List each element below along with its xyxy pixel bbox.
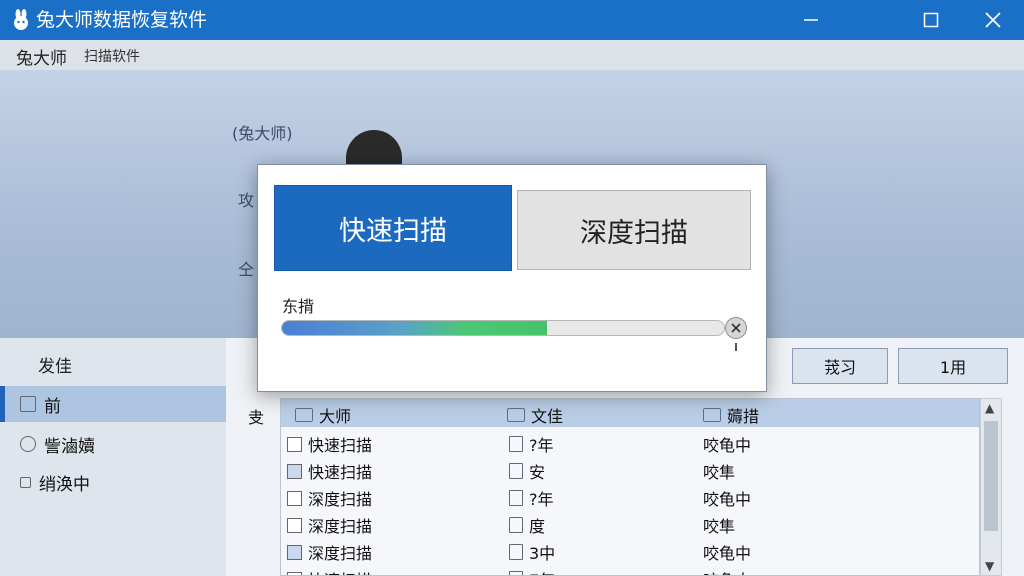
deep-scan-button[interactable]: 深度扫描 [517, 190, 751, 270]
file-table: 大师 文佳 薅措 快速扫描 ?年 咬龟中 快速扫描 安 咬隼 深度扫描 ?年 咬… [280, 398, 980, 576]
checkbox[interactable] [287, 517, 302, 533]
checkbox[interactable] [287, 571, 302, 575]
box-icon [20, 476, 31, 488]
minimize-button[interactable] [782, 0, 840, 40]
maximize-icon [923, 12, 939, 28]
title-bar: 兔大师数据恢复软件 [0, 0, 1024, 40]
sidebar-header: 发佳 [38, 357, 72, 377]
progress-bar [281, 320, 725, 336]
file-icon [509, 463, 523, 479]
sidebar: 发佳 前 訾滷嬻 绡涣中 [0, 338, 226, 576]
sidebar-item-1[interactable]: 訾滷嬻 [0, 426, 226, 462]
table-row[interactable]: 快速扫描 ?年 咬龟中 [281, 429, 979, 456]
file-icon [507, 408, 525, 422]
content-side-label: 叏 [248, 408, 265, 427]
hero-label-2: 攻 [238, 191, 255, 210]
file-icon [509, 544, 523, 560]
maximize-button[interactable] [902, 0, 960, 40]
column-header-name[interactable]: 大师 [295, 403, 351, 427]
column-header-type[interactable]: 文佳 [507, 403, 563, 427]
window-title: 兔大师数据恢复软件 [36, 9, 208, 31]
scroll-up-icon[interactable]: ▲ [985, 401, 994, 415]
menu-brand[interactable]: 兔大师 [16, 44, 67, 69]
minimize-icon [804, 19, 818, 21]
table-row[interactable]: 深度扫描 ?年 咬龟中 [281, 483, 979, 510]
file-icon [509, 571, 523, 575]
table-row[interactable]: 深度扫描 度 咬隼 [281, 510, 979, 537]
scroll-down-icon[interactable]: ▼ [985, 559, 994, 573]
toolbar-button-2[interactable]: 1用 [898, 348, 1008, 384]
table-row[interactable]: 深度扫描 3中 咬龟中 [281, 537, 979, 564]
sidebar-item-label: 绡涣中 [39, 474, 90, 495]
checkbox[interactable] [287, 463, 302, 479]
scrollbar-thumb[interactable] [984, 421, 998, 531]
file-icon [509, 436, 523, 452]
progress-fill [282, 321, 548, 335]
drive-icon [20, 396, 36, 412]
scan-dialog: 快速扫描 深度扫描 东揹 [257, 164, 767, 392]
table-header: 大师 文佳 薅措 [281, 399, 979, 427]
quick-scan-button[interactable]: 快速扫描 [274, 185, 512, 271]
file-icon [509, 517, 523, 533]
close-button[interactable] [964, 0, 1022, 40]
checkbox[interactable] [287, 436, 302, 452]
hero-label-3: 仝 [238, 260, 255, 279]
hero-label-1: (兔大师) [232, 124, 293, 143]
disc-icon [20, 436, 36, 452]
progress-label: 东揹 [282, 297, 315, 316]
rabbit-logo-icon [14, 9, 28, 30]
toolbar-button-1[interactable]: 茙习 [792, 348, 888, 384]
folder-icon [295, 408, 313, 422]
close-icon [731, 323, 741, 333]
checkbox[interactable] [287, 490, 302, 506]
status-icon [703, 408, 721, 422]
sidebar-item-label: 訾滷嬻 [44, 436, 95, 457]
checkbox[interactable] [287, 544, 302, 560]
progress-tick [735, 343, 737, 351]
sidebar-item-2[interactable]: 绡涣中 [0, 464, 226, 500]
menu-item-scan-software[interactable]: 扫描软件 [84, 46, 140, 66]
sidebar-item-0[interactable]: 前 [0, 386, 226, 422]
cancel-scan-button[interactable] [725, 317, 747, 339]
file-icon [509, 490, 523, 506]
table-scrollbar[interactable]: ▲ ▼ [980, 398, 1002, 576]
menu-bar: 兔大师 扫描软件 [0, 40, 1024, 70]
table-row[interactable]: 快速扫描 安 咬隼 [281, 456, 979, 483]
table-row[interactable]: 快速扫描 E年 咬龟中 [281, 564, 979, 575]
column-header-status[interactable]: 薅措 [703, 403, 759, 427]
close-icon [985, 12, 1001, 28]
sidebar-item-label: 前 [44, 396, 61, 417]
